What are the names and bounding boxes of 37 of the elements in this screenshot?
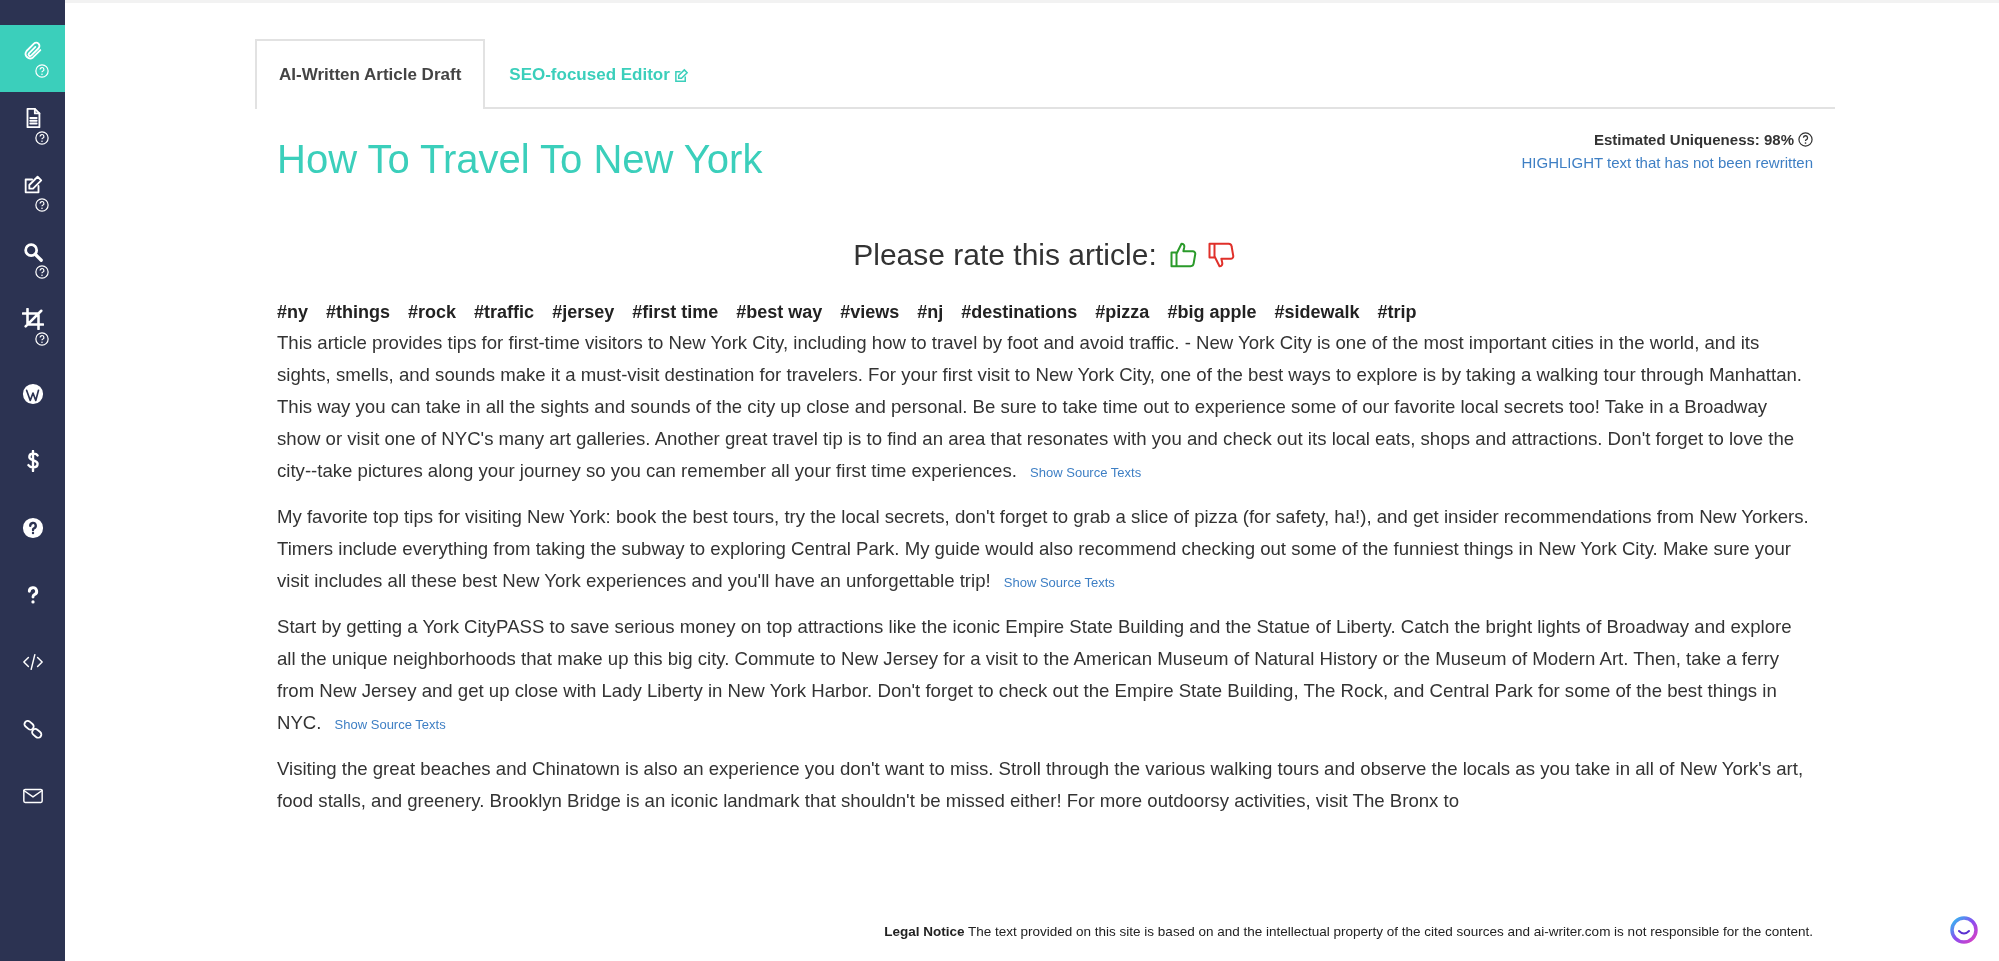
uniqueness-score: Estimated Uniqueness: 98% xyxy=(1593,131,1794,148)
help-icon[interactable] xyxy=(1798,132,1813,147)
hashtag: #sidewalk xyxy=(1274,302,1360,323)
show-source-link[interactable]: Show Source Texts xyxy=(1030,465,1142,480)
hashtag: #big apple xyxy=(1167,302,1257,323)
question-circle-icon xyxy=(21,516,44,539)
show-source-link[interactable]: Show Source Texts xyxy=(1003,575,1115,590)
thumbs-up-icon[interactable] xyxy=(1168,240,1199,270)
thumbs-down-icon[interactable] xyxy=(1206,240,1237,270)
hashtag: #destinations xyxy=(961,302,1078,323)
chat-assistant-icon[interactable] xyxy=(1949,915,1979,945)
article-title: How To Travel To New York xyxy=(277,137,763,182)
legal-notice: Legal Notice The text provided on this site is based on and the intellectual property of the cited sources and ai-writer.com is not responsible for the content. xyxy=(883,923,1814,941)
hashtag: #ny xyxy=(277,302,309,323)
hashtag: #things xyxy=(326,302,391,323)
highlight-link[interactable]: HIGHLIGHT text that has not been rewritten xyxy=(1521,154,1813,171)
hashtag: #rock xyxy=(408,302,457,323)
article-paragraph: This article provides tips for first-time visitors to New York City, including how to travel by foot and avoid traffic. - New York City is one of the most important cities in the world, and its sights, smells, and sounds make it a must-visit destination for travelers. For your first visit to New York City, one of the best ways to explore is by taking a walking tour through Manhattan. This way you can take in all the sights and sounds of the city up close and personal. Be sure to take time out to experience some of our favorite local secrets too! Take in a Broadway show or visit one of NYC's many art galleries. Another great travel tip is to find an area that resonates with you and check out its local eats, shops and attractions. Don't forget to love the city--take pictures along your journey so you can remember all your first time experiences. Show Source Texts xyxy=(277,331,1804,483)
article-paragraph: Start by getting a York CityPASS to save serious money on top attractions like the iconic Empire State Building and the Statue of Liberty. Catch the bright lights of Broadway and explore all the unique neighborhoods that make up this big city. Commute to New Jersey for a visit to the American Museum of Natural History or the Museum of Modern Art. Then, take a ferry from New Jersey and get up close with Lady Liberty in New York Harbor. Don't forget to check out the Empire State Building, The Rock, and Central Park for some of the best things in NYC. Show Source Texts xyxy=(277,615,1793,735)
rate-prompt: Please rate this article: xyxy=(853,238,1157,272)
show-source-link[interactable]: Show Source Texts xyxy=(334,717,446,732)
wordpress-icon xyxy=(21,382,44,405)
hashtag: #first time xyxy=(632,302,719,323)
edit-icon xyxy=(673,67,689,83)
hashtag: #nj xyxy=(917,302,944,323)
hashtag: #best way xyxy=(736,302,823,323)
hashtag: #trip xyxy=(1377,302,1417,323)
tab[interactable]: AI-Written Article Draft xyxy=(255,39,486,109)
crop-icon xyxy=(21,307,44,330)
article-paragraph: My favorite top tips for visiting New York: book the best tours, try the local secrets, don't forget to grab a slice of pizza (for safety, ha!), and get insider recommendations from New Yorkers. Timers include everything from taking the subway to exploring Central Park. My guide would also recommend checking out some of the funniest things in New York City. Make sure your visit includes all these best New York experiences and you'll have an unforgettable trip! Show Source Texts xyxy=(277,505,1810,593)
article-paragraph: Visiting the great beaches and Chinatown is also an experience you don't want to miss. Stroll through the various walking tours and observe the locals as you take in all of New York's art, food stalls, and greenery. Brooklyn Bridge is an iconic landmark that shouldn't be missed either! For more outdoorsy activities, visit The Bronx to xyxy=(277,757,1805,813)
hashtag: #jersey xyxy=(552,302,615,323)
link-icon xyxy=(21,717,44,740)
hashtag: #pizza xyxy=(1095,302,1150,323)
hashtag: #traffic xyxy=(474,302,535,323)
hashtag: #views xyxy=(840,302,900,323)
search-icon xyxy=(21,240,44,263)
